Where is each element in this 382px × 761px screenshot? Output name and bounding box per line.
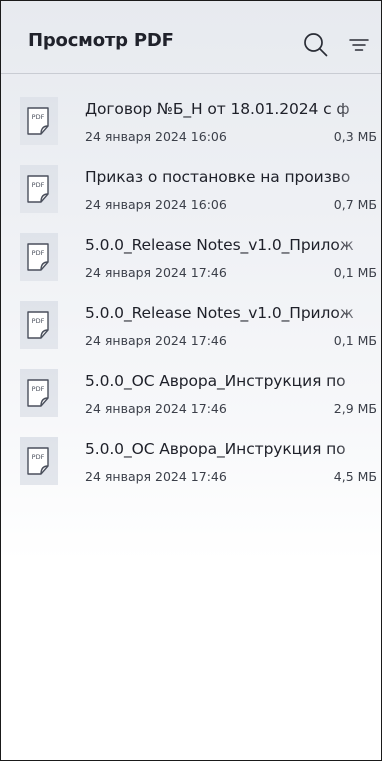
svg-text:PDF: PDF (32, 385, 45, 393)
svg-text:PDF: PDF (32, 181, 45, 189)
sort-icon[interactable] (346, 34, 372, 60)
file-item[interactable]: PDF Приказ о постановке на произво 24 ян… (1, 164, 381, 232)
file-size: 0,1 МБ (333, 333, 377, 348)
pdf-file-icon: PDF (20, 97, 58, 145)
svg-text:PDF: PDF (32, 317, 45, 325)
pdf-file-icon: PDF (20, 165, 58, 213)
pdf-file-icon: PDF (20, 301, 58, 349)
page-title: Просмотр PDF (28, 30, 174, 51)
file-name: 5.0.0_Release Notes_v1.0_Прилож (85, 304, 354, 322)
file-item[interactable]: PDF Договор №Б_Н от 18.01.2024 с ф 24 ян… (1, 96, 381, 164)
pdf-file-icon: PDF (20, 369, 58, 417)
file-name: Договор №Б_Н от 18.01.2024 с ф (85, 100, 350, 118)
file-name: 5.0.0_ОС Аврора_Инструкция по (85, 440, 346, 458)
svg-text:PDF: PDF (32, 249, 45, 257)
app-window: Просмотр PDF PDF Договор №Б_Н от 18.01.2… (0, 0, 382, 761)
file-name: Приказ о постановке на произво (85, 168, 351, 186)
pdf-file-icon: PDF (20, 233, 58, 281)
file-size: 0,1 МБ (333, 265, 377, 280)
file-list: PDF Договор №Б_Н от 18.01.2024 с ф 24 ян… (1, 96, 381, 504)
file-date: 24 января 2024 16:06 (85, 197, 227, 212)
file-name: 5.0.0_Release Notes_v1.0_Прилож (85, 236, 354, 254)
file-size: 2,9 МБ (333, 401, 377, 416)
svg-text:PDF: PDF (32, 113, 45, 121)
file-item[interactable]: PDF 5.0.0_ОС Аврора_Инструкция по 24 янв… (1, 368, 381, 436)
svg-text:PDF: PDF (32, 453, 45, 461)
header: Просмотр PDF (1, 1, 381, 74)
file-date: 24 января 2024 17:46 (85, 265, 227, 280)
file-name: 5.0.0_ОС Аврора_Инструкция по (85, 372, 346, 390)
pdf-file-icon: PDF (20, 437, 58, 485)
file-item[interactable]: PDF 5.0.0_Release Notes_v1.0_Прилож 24 я… (1, 300, 381, 368)
search-icon[interactable] (301, 31, 331, 61)
file-date: 24 января 2024 17:46 (85, 469, 227, 484)
file-date: 24 января 2024 16:06 (85, 129, 227, 144)
file-date: 24 января 2024 17:46 (85, 401, 227, 416)
file-size: 4,5 МБ (333, 469, 377, 484)
file-size: 0,3 МБ (333, 129, 377, 144)
file-date: 24 января 2024 17:46 (85, 333, 227, 348)
file-item[interactable]: PDF 5.0.0_Release Notes_v1.0_Прилож 24 я… (1, 232, 381, 300)
file-item[interactable]: PDF 5.0.0_ОС Аврора_Инструкция по 24 янв… (1, 436, 381, 504)
file-size: 0,7 МБ (333, 197, 377, 212)
